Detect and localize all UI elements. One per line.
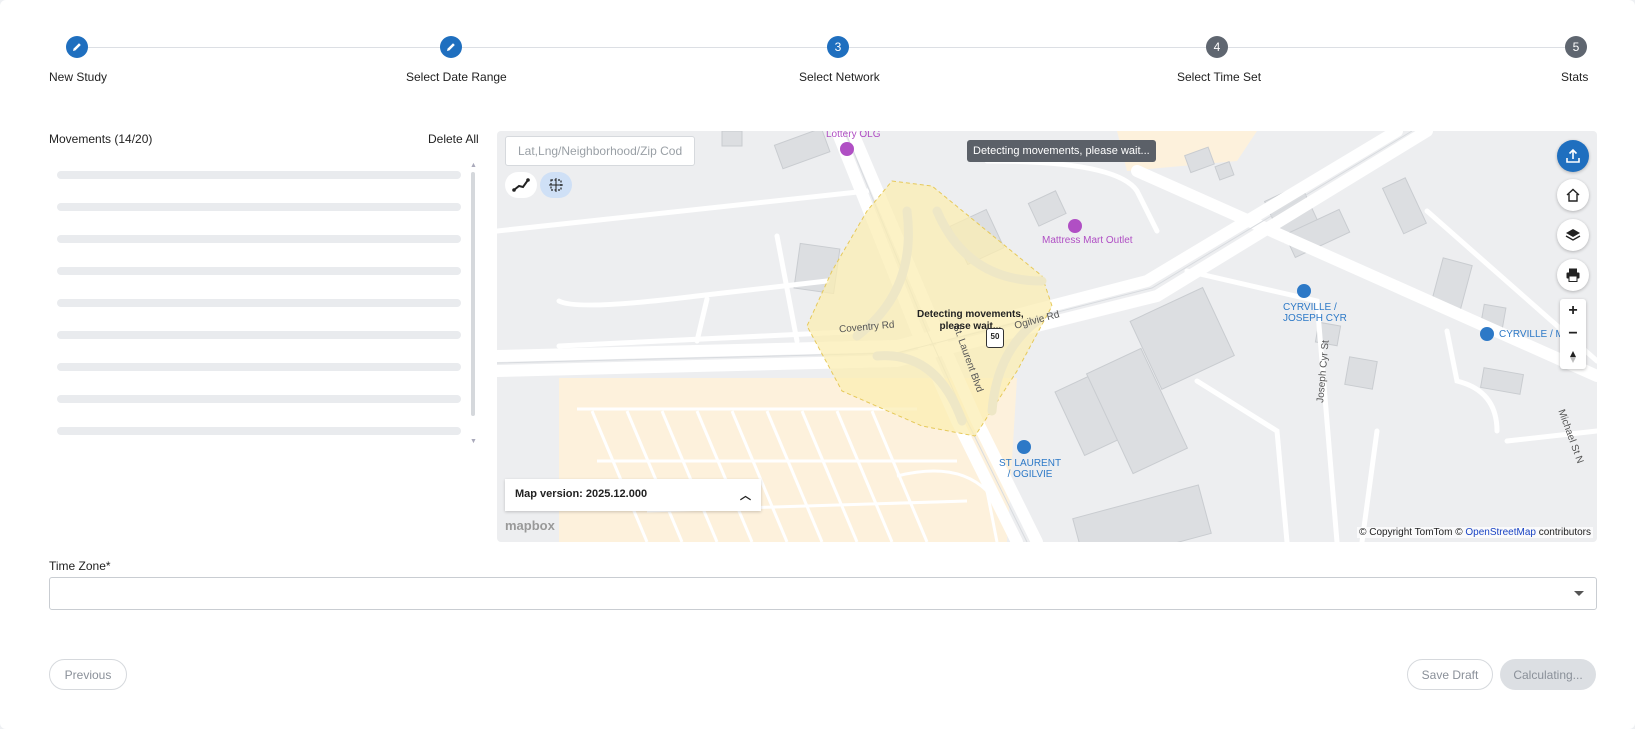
- step-number: 4: [1206, 36, 1228, 58]
- map-view[interactable]: Lottery OLG Mattress Mart Outlet Coventr…: [497, 131, 1597, 542]
- save-draft-button[interactable]: Save Draft: [1407, 659, 1493, 690]
- step-select-time-set[interactable]: 4 Select Time Set: [1177, 36, 1261, 84]
- detecting-tooltip: Detecting movements, please wait...: [967, 140, 1156, 162]
- list-item-skeleton: [57, 395, 461, 403]
- draw-line-tool-icon[interactable]: [505, 172, 537, 198]
- transit-label: ST LAURENT / OGILVIE: [999, 458, 1062, 480]
- layers-icon[interactable]: [1557, 219, 1589, 251]
- step-label: Select Date Range: [406, 70, 507, 84]
- bus-stop-icon[interactable]: [1017, 440, 1031, 454]
- bus-stop-icon[interactable]: [1297, 284, 1311, 298]
- select-area-tool-icon[interactable]: [540, 172, 572, 198]
- list-item-skeleton: [57, 427, 461, 435]
- print-icon[interactable]: [1557, 259, 1589, 291]
- pencil-icon: [66, 36, 88, 58]
- caret-down-icon[interactable]: [1574, 591, 1584, 596]
- list-item-skeleton: [57, 363, 461, 371]
- delete-all-button[interactable]: Delete All: [428, 132, 479, 146]
- map-attribution: © Copyright TomTom © OpenStreetMap contr…: [1357, 527, 1593, 538]
- osm-link[interactable]: OpenStreetMap: [1465, 527, 1536, 538]
- list-item-skeleton: [57, 171, 461, 179]
- chevron-up-icon[interactable]: ︿: [740, 487, 751, 503]
- list-item-skeleton: [57, 267, 461, 275]
- list-item-skeleton: [57, 299, 461, 307]
- step-label: Select Time Set: [1177, 70, 1262, 84]
- step-select-network[interactable]: 3 Select Network: [799, 36, 880, 84]
- scrollbar-thumb[interactable]: [471, 172, 475, 416]
- step-select-date-range[interactable]: Select Date Range: [406, 36, 507, 84]
- list-item-skeleton: [57, 203, 461, 211]
- location-search-input[interactable]: [505, 136, 695, 166]
- shopping-icon[interactable]: [840, 142, 854, 156]
- upload-icon[interactable]: [1557, 140, 1589, 172]
- poi-label: Lottery OLG: [826, 131, 881, 140]
- zoom-controls: + −: [1560, 299, 1586, 369]
- scroll-up-arrow-icon[interactable]: ▲: [470, 162, 477, 169]
- poi-label: Mattress Mart Outlet: [1042, 235, 1133, 246]
- step-label: New Study: [49, 70, 108, 84]
- mapbox-logo: mapbox: [505, 518, 555, 533]
- step-number: 5: [1565, 36, 1587, 58]
- step-stats[interactable]: 5 Stats: [1561, 36, 1588, 84]
- shopping-icon[interactable]: [1068, 219, 1082, 233]
- zoom-out-button[interactable]: −: [1560, 322, 1586, 345]
- movements-title: Movements (14/20): [49, 132, 153, 146]
- stepper: New Study Select Date Range 3 Select Net…: [0, 0, 1635, 100]
- movements-list[interactable]: [49, 160, 469, 445]
- step-label: Select Network: [799, 70, 880, 84]
- home-icon[interactable]: [1557, 179, 1589, 211]
- detecting-overlay-text: Detecting movements, please wait...: [917, 309, 1024, 332]
- step-label: Stats: [1561, 70, 1589, 84]
- compass-icon[interactable]: [1560, 345, 1586, 368]
- map-version-text: Map version: 2025.12.000: [515, 488, 648, 500]
- step-number: 3: [827, 36, 849, 58]
- list-item-skeleton: [57, 331, 461, 339]
- timezone-select[interactable]: [49, 577, 1597, 610]
- list-item-skeleton: [57, 235, 461, 243]
- previous-button[interactable]: Previous: [49, 659, 127, 690]
- transit-label: CYRVILLE / JOSEPH CYR: [1283, 302, 1347, 324]
- step-new-study[interactable]: New Study: [49, 36, 107, 84]
- study-wizard-card: New Study Select Date Range 3 Select Net…: [0, 0, 1635, 729]
- map-version-panel[interactable]: Map version: 2025.12.000 ︿: [505, 479, 761, 511]
- speed-limit-sign-icon: 50: [986, 328, 1004, 348]
- pencil-icon: [440, 36, 462, 58]
- zoom-in-button[interactable]: +: [1560, 299, 1586, 322]
- bus-stop-icon[interactable]: [1480, 327, 1494, 341]
- scroll-down-arrow-icon[interactable]: ▼: [470, 438, 477, 445]
- timezone-label: Time Zone*: [49, 559, 111, 573]
- calculating-button[interactable]: Calculating...: [1500, 659, 1596, 690]
